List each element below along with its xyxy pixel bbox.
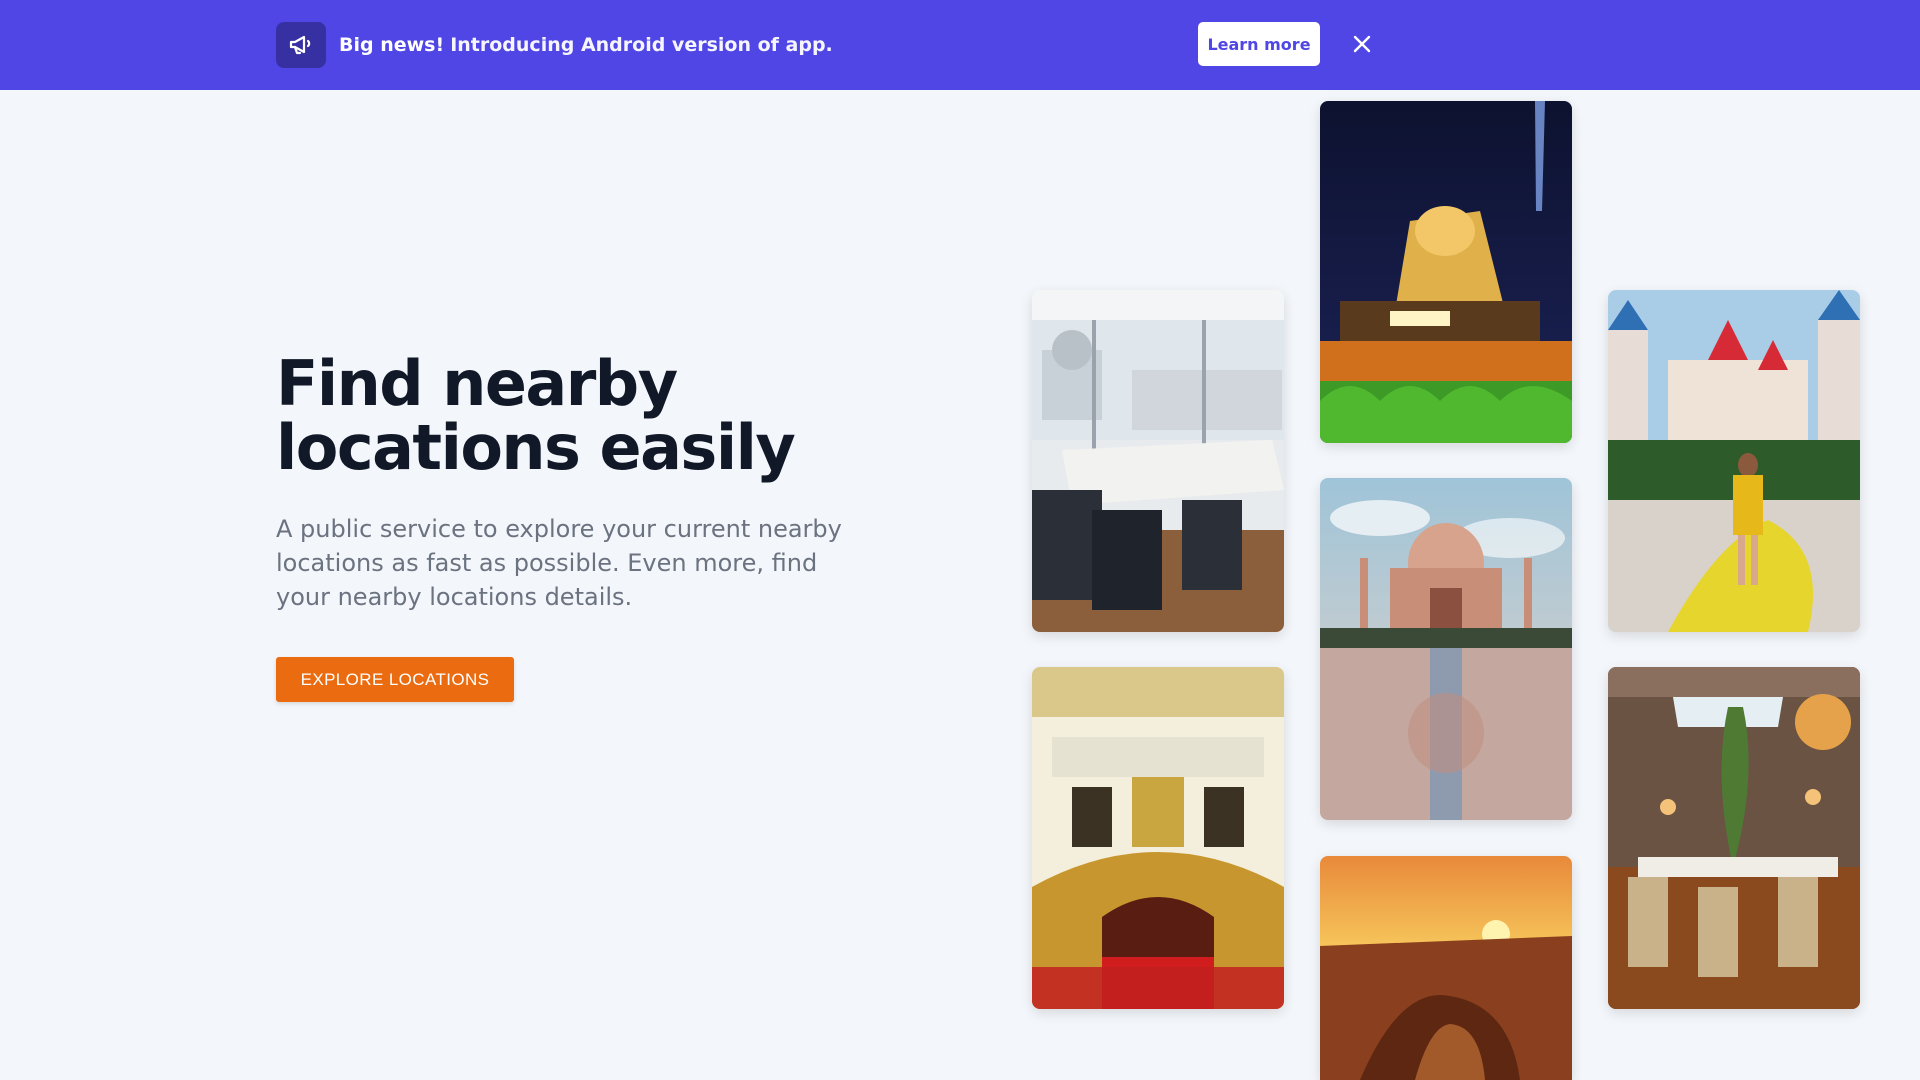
dining-room-photo xyxy=(1608,667,1860,1009)
canyon-sunset-photo xyxy=(1320,856,1572,1080)
luxor-sphinx-night-photo xyxy=(1320,101,1572,443)
banner-text: Introducing Android version of app. xyxy=(450,33,833,56)
learn-more-button[interactable]: Learn more xyxy=(1198,22,1320,66)
title-line-1: Find nearby xyxy=(276,347,678,420)
restaurant-window-photo xyxy=(1032,290,1284,632)
palace-interior-photo xyxy=(1032,667,1284,1009)
banner-content: Big news! Introducing Android version of… xyxy=(276,22,1644,68)
explore-locations-button[interactable]: EXPLORE LOCATIONS xyxy=(276,657,514,702)
announcement-banner: Big news! Introducing Android version of… xyxy=(0,0,1920,90)
close-icon[interactable] xyxy=(1348,30,1376,58)
banner-message: Big news! Introducing Android version of… xyxy=(339,33,833,56)
page-title: Find nearby locations easily xyxy=(276,352,896,480)
title-line-2: locations easily xyxy=(276,411,796,484)
megaphone-icon xyxy=(276,22,326,68)
banner-headline: Big news! xyxy=(339,33,445,56)
castle-hotel-woman-photo xyxy=(1608,290,1860,632)
taj-mahal-photo xyxy=(1320,478,1572,820)
hero-description: A public service to explore your current… xyxy=(276,515,842,611)
